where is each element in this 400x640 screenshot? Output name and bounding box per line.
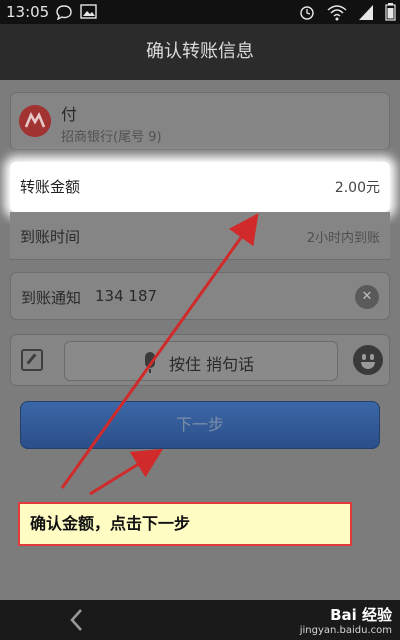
- pay-from-card[interactable]: 付 招商银行(尾号 9): [10, 92, 390, 150]
- bank-logo-icon: [19, 105, 51, 137]
- hold-to-talk-label: 按住 捎句话: [169, 355, 255, 374]
- bank-account-name: 招商银行(尾号 9): [61, 130, 162, 145]
- mic-icon: [145, 352, 155, 373]
- arrival-notify-field[interactable]: 到账通知 134 187 ✕: [10, 272, 390, 320]
- smile-icon[interactable]: [353, 345, 383, 375]
- annotation-callout: 确认金额，点击下一步: [18, 502, 352, 546]
- transfer-amount-value: 2.00元: [334, 180, 380, 196]
- voice-message-bar: 按住 捎句话: [10, 334, 390, 386]
- signal-icon: [358, 5, 373, 20]
- back-icon[interactable]: [64, 606, 90, 634]
- page-title: 确认转账信息: [146, 41, 254, 62]
- bottom-nav-bar: Bai 经验 jingyan.baidu.com: [0, 600, 400, 640]
- clear-icon[interactable]: ✕: [355, 285, 379, 309]
- alarm-icon: [300, 6, 314, 20]
- status-bar: 13:05: [0, 0, 400, 24]
- arrival-notify-phone[interactable]: 134 187: [95, 287, 157, 305]
- hold-to-talk-button[interactable]: 按住 捎句话: [64, 341, 338, 381]
- chat-bubble-icon: [56, 5, 72, 20]
- pay-from-label: 付: [61, 105, 78, 124]
- arrival-notify-label: 到账通知: [21, 289, 82, 307]
- arrival-time-row[interactable]: 到账时间 2小时内到账: [10, 212, 390, 260]
- image-icon: [80, 4, 97, 19]
- wifi-icon: [327, 5, 347, 21]
- edit-icon[interactable]: [21, 349, 43, 371]
- arrival-time-label: 到账时间: [20, 228, 81, 246]
- next-step-button[interactable]: 下一步: [20, 401, 380, 449]
- title-bar: 确认转账信息: [0, 24, 400, 80]
- watermark-url: jingyan.baidu.com: [299, 625, 392, 636]
- main-content: 付 招商银行(尾号 9) 转账金额 2.00元 到账时间 2小时内到账 到账通知…: [0, 80, 400, 600]
- watermark-brand: Bai 经验: [330, 606, 392, 624]
- status-time: 13:05: [6, 3, 50, 21]
- watermark: Bai 经验 jingyan.baidu.com: [300, 604, 392, 636]
- transfer-amount-row: 转账金额 2.00元: [10, 162, 390, 212]
- battery-icon: [385, 3, 396, 21]
- arrival-time-value: 2小时内到账: [306, 231, 380, 246]
- transfer-amount-label: 转账金额: [20, 178, 81, 196]
